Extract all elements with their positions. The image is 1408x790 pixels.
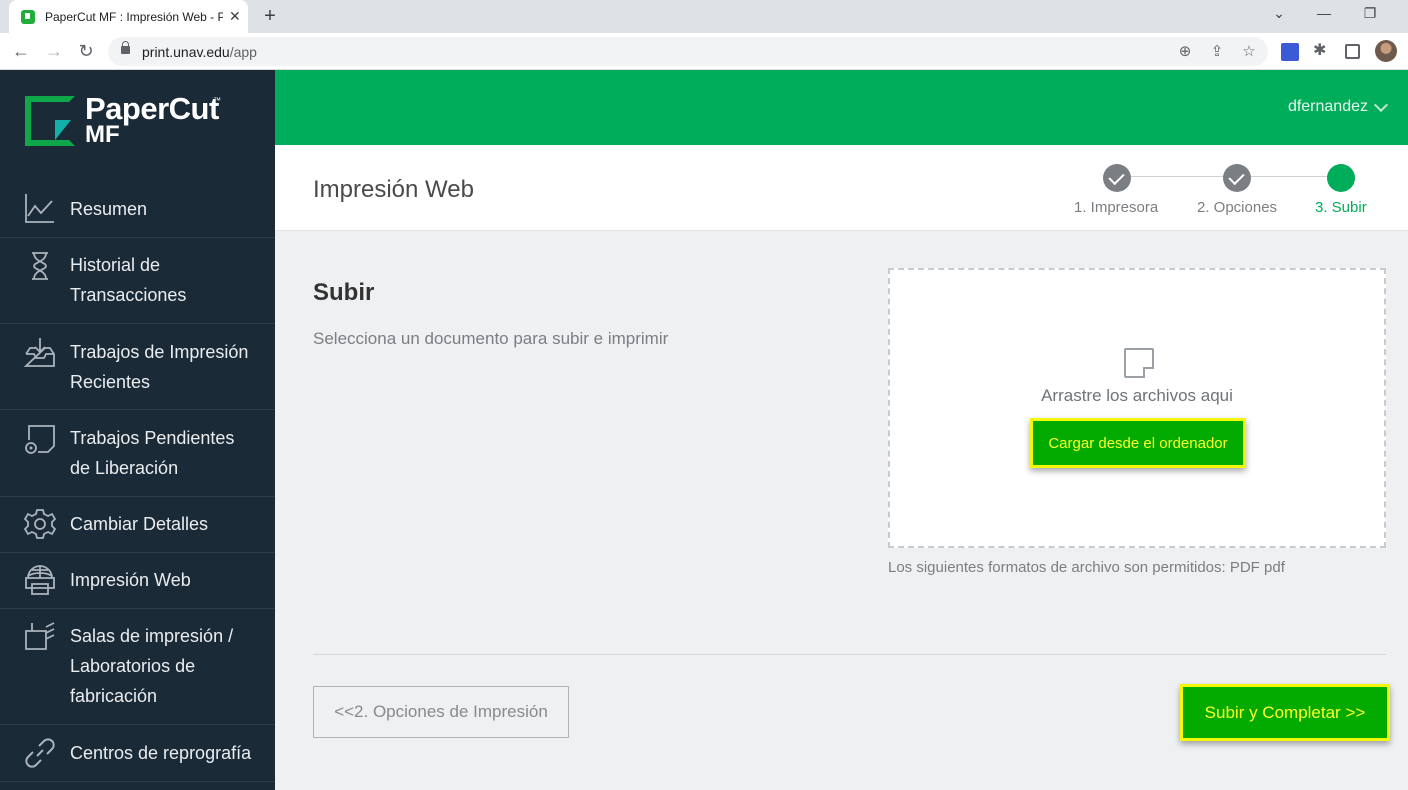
sidebar-item-label: Trabajos Pendientes de Liberación: [70, 428, 235, 478]
page-header: Impresión Web 1. Impresora 2. Opciones 3…: [275, 145, 1408, 231]
hourglass-icon: [32, 252, 48, 280]
sidebar: PaperCut ™ MF Resumen Historial de Trans…: [0, 70, 275, 790]
bookmark-star-icon[interactable]: ☆: [1239, 42, 1259, 60]
gear-icon: [24, 509, 56, 539]
top-bar: dfernandez: [275, 70, 1408, 145]
logo-trademark: ™: [213, 96, 221, 105]
step-3-label: 3. Subir: [1315, 199, 1367, 216]
sidebar-nav: Resumen Historial de Transacciones Traba…: [0, 178, 275, 782]
browser-tab[interactable]: PaperCut MF : Impresión Web - P ✕: [9, 0, 248, 33]
reload-icon[interactable]: ↻: [74, 40, 98, 64]
papercut-logo-mark-icon: [25, 96, 75, 146]
sidebar-item-label: Trabajos de Impresión Recientes: [70, 342, 249, 392]
divider: [313, 654, 1386, 655]
sidebar-item-trabajos-pendientes[interactable]: Trabajos Pendientes de Liberación: [0, 410, 275, 497]
lab-flag-icon: [25, 622, 55, 650]
sidebar-item-label: Resumen: [70, 199, 148, 219]
browser-toolbar: ← → ↻ print.unav.edu/app ⊕ ⇪ ☆ ✱: [0, 33, 1408, 70]
user-menu[interactable]: dfernandez: [1287, 97, 1389, 116]
logo-subtext: MF: [85, 121, 120, 148]
back-arrow-icon[interactable]: ←: [9, 40, 33, 64]
browser-tab-strip: PaperCut MF : Impresión Web - P ✕ + ⌄ — …: [0, 0, 1408, 33]
papercut-logo[interactable]: PaperCut ™ MF: [25, 91, 245, 156]
sidebar-item-historial[interactable]: Historial de Transacciones: [0, 238, 275, 324]
share-icon[interactable]: ⇪: [1207, 42, 1227, 60]
section-title: Subir: [313, 279, 375, 306]
papercut-favicon-icon: [21, 9, 35, 24]
drop-zone-text: Arrastre los archivos aqui: [1041, 386, 1233, 405]
extension-blue-icon[interactable]: [1281, 43, 1299, 61]
profile-avatar[interactable]: [1375, 40, 1397, 62]
restore-window-button[interactable]: ❐: [1355, 4, 1385, 22]
document-release-icon: [25, 425, 55, 454]
sidebar-item-label: Impresión Web: [70, 570, 191, 590]
step-1-label[interactable]: 1. Impresora: [1074, 199, 1158, 216]
logo-text: PaperCut: [85, 91, 219, 126]
step-3-active-dot: [1327, 164, 1355, 192]
lock-icon[interactable]: [121, 41, 130, 54]
address-bar[interactable]: print.unav.edu/app ⊕ ⇪ ☆: [108, 37, 1268, 66]
side-panel-icon[interactable]: [1345, 44, 1360, 59]
new-tab-button[interactable]: +: [258, 5, 282, 27]
chart-line-icon: [25, 194, 54, 223]
link-chain-icon: [25, 738, 55, 768]
close-tab-icon[interactable]: ✕: [229, 8, 241, 25]
minimize-window-button[interactable]: —: [1309, 4, 1339, 22]
step-1-check-icon: [1103, 164, 1131, 192]
sidebar-item-impresion-web[interactable]: Impresión Web: [0, 553, 275, 609]
upload-from-computer-button[interactable]: Cargar desde el ordenador: [1030, 418, 1246, 468]
step-2-check-icon: [1223, 164, 1251, 192]
sidebar-item-trabajos-recientes[interactable]: Trabajos de Impresión Recientes: [0, 324, 275, 410]
sidebar-item-label: Cambiar Detalles: [70, 514, 209, 534]
globe-printer-icon: [25, 565, 55, 595]
tab-title: PaperCut MF : Impresión Web - P: [45, 9, 223, 24]
sidebar-item-centros-reprografia[interactable]: Centros de reprografía: [0, 725, 275, 782]
forward-arrow-icon[interactable]: →: [42, 40, 66, 64]
sidebar-item-label: Centros de reprografía: [70, 743, 252, 763]
section-description: Selecciona un documento para subir e imp…: [313, 329, 669, 348]
url-path: /app: [229, 44, 257, 60]
url-text: print.unav.edu/app: [142, 44, 257, 60]
chevron-down-icon: [1373, 97, 1389, 113]
sidebar-item-label: Salas de impresión / Laboratorios de fab…: [70, 626, 234, 706]
page-title: Impresión Web: [313, 176, 474, 203]
username: dfernandez: [1287, 98, 1368, 115]
url-host: print.unav.edu: [142, 44, 230, 60]
sidebar-item-cambiar-detalles[interactable]: Cambiar Detalles: [0, 497, 275, 553]
back-to-options-button[interactable]: <<2. Opciones de Impresión: [313, 686, 569, 738]
inbox-tray-icon: [24, 338, 55, 367]
allowed-formats-text: Los siguientes formatos de archivo son p…: [888, 559, 1285, 576]
zoom-icon[interactable]: ⊕: [1175, 42, 1195, 60]
sidebar-item-salas-impresion[interactable]: Salas de impresión / Laboratorios de fab…: [0, 609, 275, 725]
sidebar-item-label: Historial de Transacciones: [70, 255, 187, 305]
step-2-label[interactable]: 2. Opciones: [1197, 199, 1277, 216]
step-connector: [1131, 176, 1237, 177]
puzzle-extensions-icon[interactable]: ✱: [1313, 40, 1331, 59]
upload-and-complete-button[interactable]: Subir y Completar >>: [1180, 684, 1390, 741]
file-drop-zone[interactable]: Arrastre los archivos aqui Cargar desde …: [888, 268, 1386, 548]
tab-search-chevron-icon[interactable]: ⌄: [1264, 4, 1294, 22]
sidebar-item-resumen[interactable]: Resumen: [0, 178, 275, 238]
document-icon: [1124, 348, 1154, 378]
